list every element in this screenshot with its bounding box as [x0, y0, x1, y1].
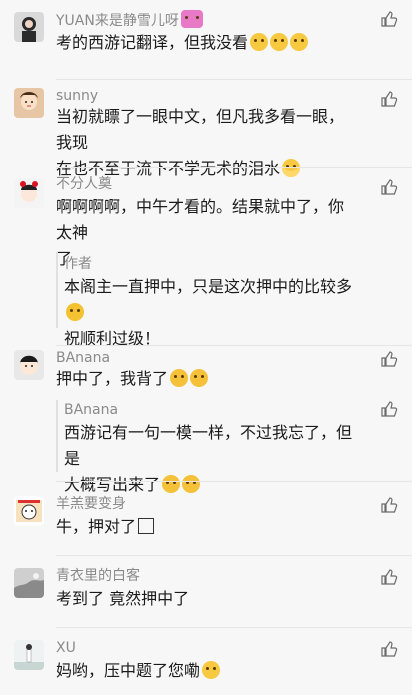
comment-item: 青衣里的白客 考到了 竟然押中了: [0, 556, 412, 628]
like-button[interactable]: [380, 496, 398, 514]
avatar[interactable]: [14, 12, 44, 42]
like-button[interactable]: [380, 10, 398, 28]
reply-text: 本阁主一直押中，只是这次押中的比较多 祝顺利过级！: [64, 274, 364, 352]
avatar[interactable]: [14, 496, 44, 526]
thumbs-up-icon: [381, 179, 398, 195]
missing-glyph-icon: [138, 518, 155, 534]
comment-author: 羊羔要变身: [56, 496, 126, 512]
comment-text-content: 考的西游记翻译，但我没看: [56, 33, 249, 52]
like-button[interactable]: [380, 400, 398, 418]
tongue-emoji: [170, 369, 189, 387]
comment-text-content: 妈哟，压中题了您嘞: [56, 661, 201, 680]
comment-text-content: 押中了，我背了: [56, 369, 169, 388]
avatar[interactable]: [14, 178, 44, 208]
user-reply: BAnana 西游记有一句一模一样，不过我忘了，但是 大概写出来了: [56, 400, 412, 494]
comment-author: YUAN来是静雪儿呀: [56, 10, 203, 31]
reply-text-line: 本阁主一直押中，只是这次押中的比较多: [64, 277, 353, 296]
thumbs-up-icon: [381, 351, 398, 367]
avatar[interactable]: [14, 350, 44, 380]
comment-item: XU 妈哟，压中题了您嘞: [0, 628, 412, 695]
reply-author: BAnana: [64, 402, 119, 418]
reply-text-line: 西游记有一句一模一样，不过我忘了，但是: [64, 423, 353, 468]
thumbs-up-icon: [381, 91, 398, 107]
thumbs-up-icon: [381, 401, 398, 417]
like-button[interactable]: [380, 350, 398, 368]
comment-item: sunny 当初就瞟了一眼中文，但凡我多看一眼，我现 在也不至于流下不学无术的泪…: [0, 80, 412, 178]
reply-bar: [56, 252, 58, 328]
comment-author: BAnana: [56, 350, 111, 366]
thumbs-up-icon: [381, 11, 398, 27]
comment-text-line: 当初就瞟了一眼中文，但凡我多看一眼，我现: [56, 107, 345, 152]
comment-author: 不分人奠: [56, 176, 112, 192]
comment-item: 羊羔要变身 牛，押对了: [0, 482, 412, 556]
comment-item: 不分人奠 啊啊啊啊，中午才看的。结果就中了，你太神 了 作者 本阁主一直押中，只…: [0, 168, 412, 348]
laugh-cry-emoji: [290, 33, 309, 51]
author-reply: 作者 本阁主一直押中，只是这次押中的比较多 祝顺利过级！: [56, 252, 412, 348]
comment-author-name: YUAN来是静雪儿呀: [56, 13, 179, 29]
tongue-emoji: [190, 369, 209, 387]
comment-text: 考的西游记翻译，但我没看: [56, 30, 356, 56]
comment-text-line: 啊啊啊啊，中午才看的。结果就中了，你太神: [56, 197, 345, 242]
reply-text-line-with-emoji: 本阁主一直押中，只是这次押中的比较多: [64, 274, 364, 326]
like-button[interactable]: [380, 178, 398, 196]
smile-emoji: [66, 303, 84, 321]
comment-author: 青衣里的白客: [56, 568, 140, 584]
reply-bar: [56, 400, 58, 472]
like-button[interactable]: [380, 640, 398, 658]
comment-text: 妈哟，压中题了您嘞: [56, 658, 356, 684]
like-button[interactable]: [380, 568, 398, 586]
avatar[interactable]: [14, 568, 44, 598]
laugh-cry-emoji: [202, 661, 221, 679]
comment-text: 押中了，我背了: [56, 366, 356, 392]
thumbs-up-icon: [381, 497, 398, 513]
avatar[interactable]: [14, 640, 44, 670]
comment-item: YUAN来是静雪儿呀 考的西游记翻译，但我没看: [0, 0, 412, 80]
comment-author: XU: [56, 640, 76, 656]
comment-text: 牛，押对了: [56, 514, 356, 540]
comment-item: BAnana 押中了，我背了 BAnana 西游记有一句一模一样，不过我忘了，但…: [0, 346, 412, 494]
comment-text: 考到了 竟然押中了: [56, 589, 190, 608]
thumbs-up-icon: [381, 641, 398, 657]
reply-author: 作者: [64, 256, 92, 272]
comment-text-content: 牛，押对了: [56, 517, 137, 536]
heart-icon: [180, 10, 203, 28]
laugh-cry-emoji: [250, 33, 269, 51]
like-button[interactable]: [380, 90, 398, 108]
laugh-cry-emoji: [270, 33, 289, 51]
avatar[interactable]: [14, 88, 44, 118]
thumbs-up-icon: [381, 569, 398, 585]
comment-author: sunny: [56, 88, 99, 104]
